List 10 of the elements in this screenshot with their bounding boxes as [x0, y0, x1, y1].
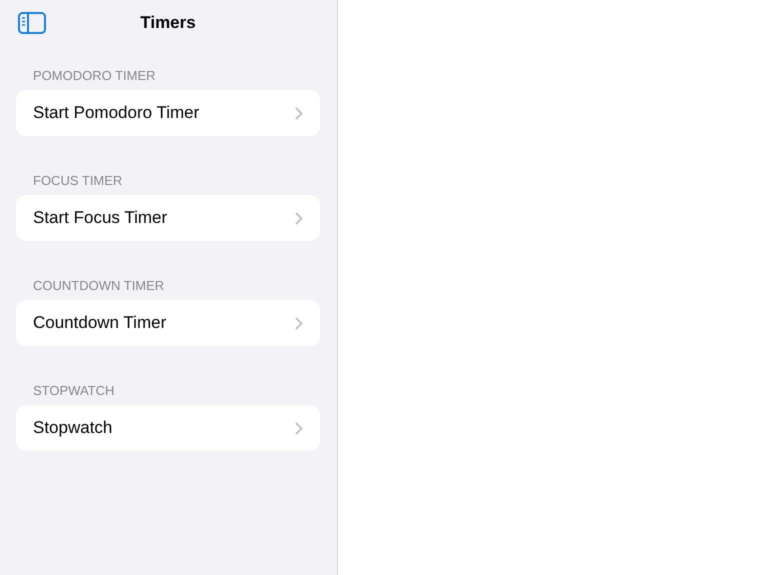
chevron-icon — [295, 316, 303, 330]
section-header: POMODORO TIMER — [32, 68, 157, 83]
section-header: FOCUS TIMER — [32, 173, 124, 188]
sidebar-toggle-icon[interactable] — [18, 12, 46, 34]
section-header: STOPWATCH — [32, 383, 116, 398]
nav-title: Timers — [140, 13, 196, 33]
chevron-icon — [295, 212, 303, 224]
chevron-icon — [295, 106, 303, 120]
chevron-icon — [295, 422, 303, 434]
section-header: COUNTDOWN TIMER — [32, 278, 166, 293]
